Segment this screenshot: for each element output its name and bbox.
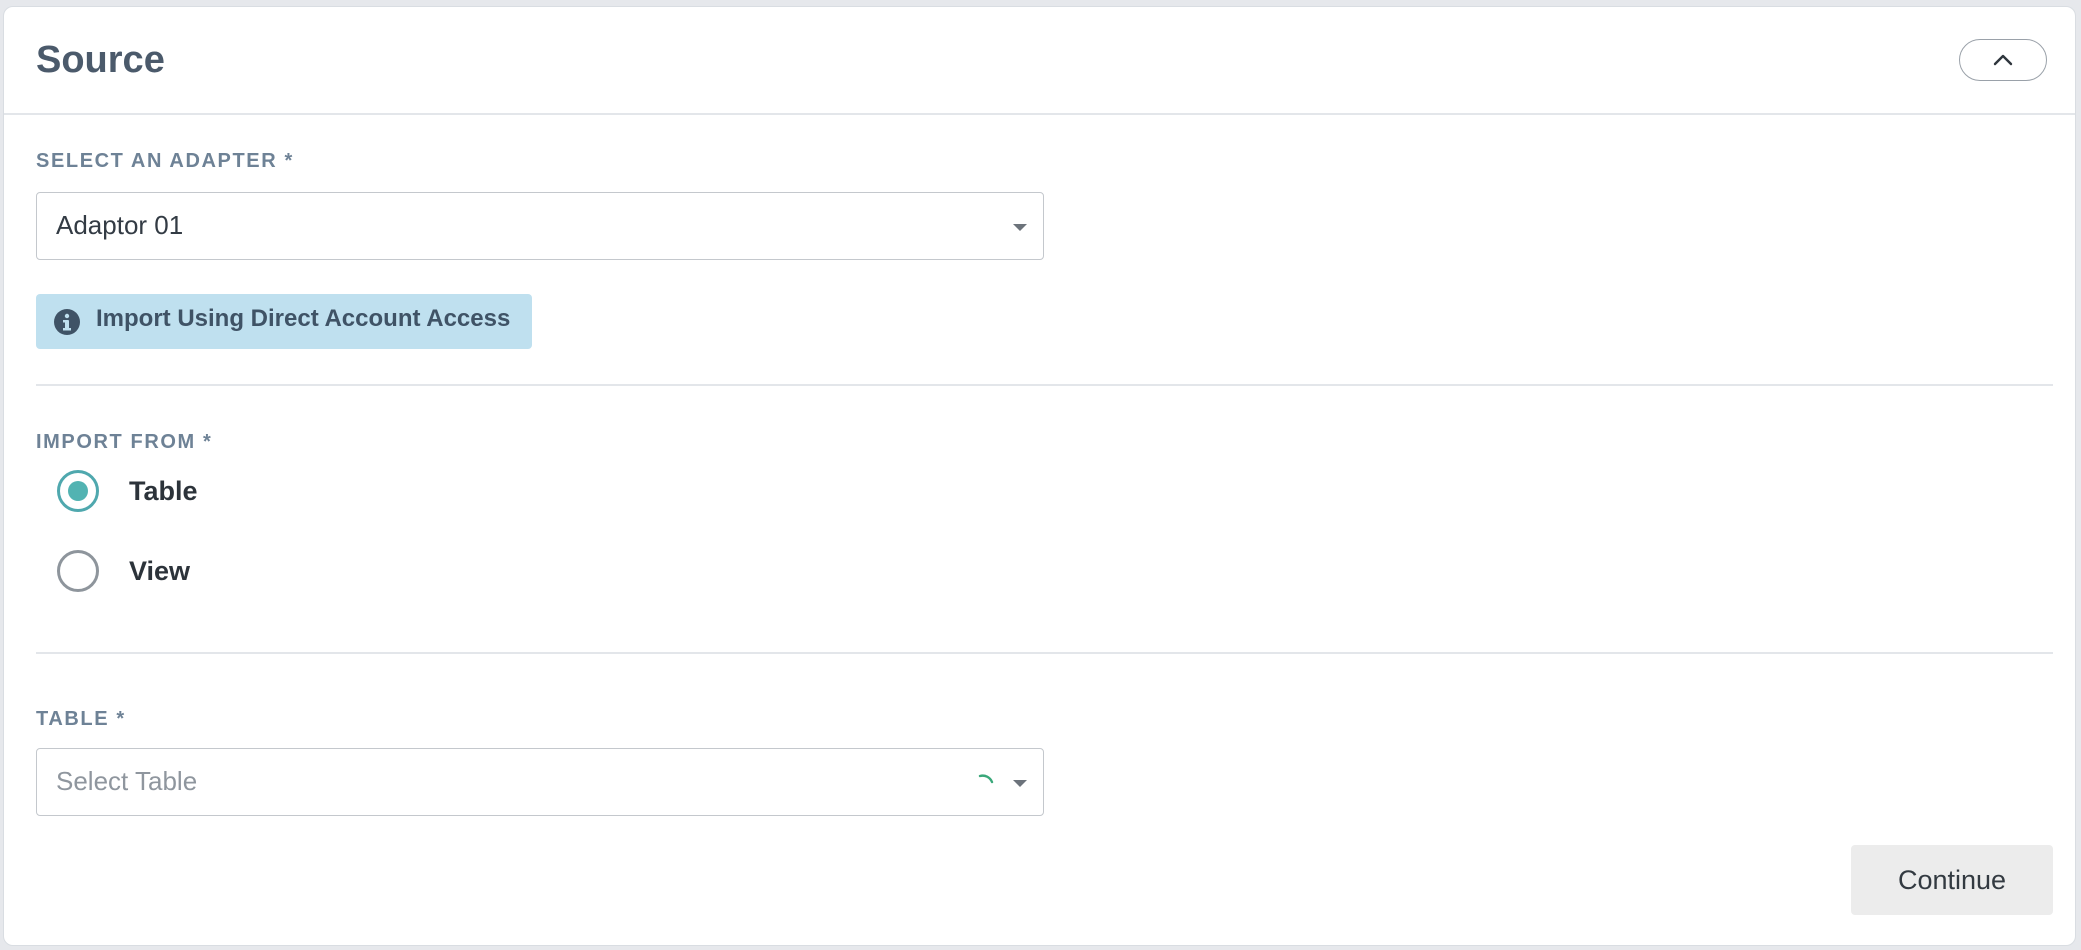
- radio-label-table: Table: [129, 476, 198, 506]
- spinner-icon: [978, 774, 994, 784]
- caret-down-icon: [1013, 780, 1027, 787]
- continue-button[interactable]: Continue: [1851, 845, 2053, 915]
- info-circle-icon: [54, 309, 80, 335]
- table-select-placeholder: Select Table: [56, 766, 198, 796]
- card-title: Source: [36, 39, 165, 81]
- table-select[interactable]: Select Table: [36, 748, 1044, 816]
- adapter-label: SELECT AN ADAPTER *: [36, 150, 294, 172]
- info-text: Import Using Direct Account Access: [96, 305, 511, 332]
- info-badge: Import Using Direct Account Access: [36, 294, 532, 349]
- import-from-label: IMPORT FROM *: [36, 431, 213, 453]
- adapter-select-value: Adaptor 01: [56, 210, 184, 240]
- adapter-select[interactable]: Adaptor 01: [36, 192, 1044, 260]
- radio-button-unchecked[interactable]: [57, 550, 99, 592]
- divider: [36, 652, 2053, 654]
- radio-button-checked[interactable]: [57, 470, 99, 512]
- caret-down-icon: [1013, 224, 1027, 231]
- divider: [36, 384, 2053, 386]
- table-label: TABLE *: [36, 708, 126, 730]
- radio-label-view: View: [129, 556, 191, 586]
- source-card: Source SELECT AN ADAPTER * Adaptor 01 Im…: [3, 6, 2076, 946]
- collapse-button[interactable]: [1959, 39, 2047, 81]
- card-header: Source: [4, 7, 2075, 115]
- chevron-up-icon: [1993, 54, 2013, 66]
